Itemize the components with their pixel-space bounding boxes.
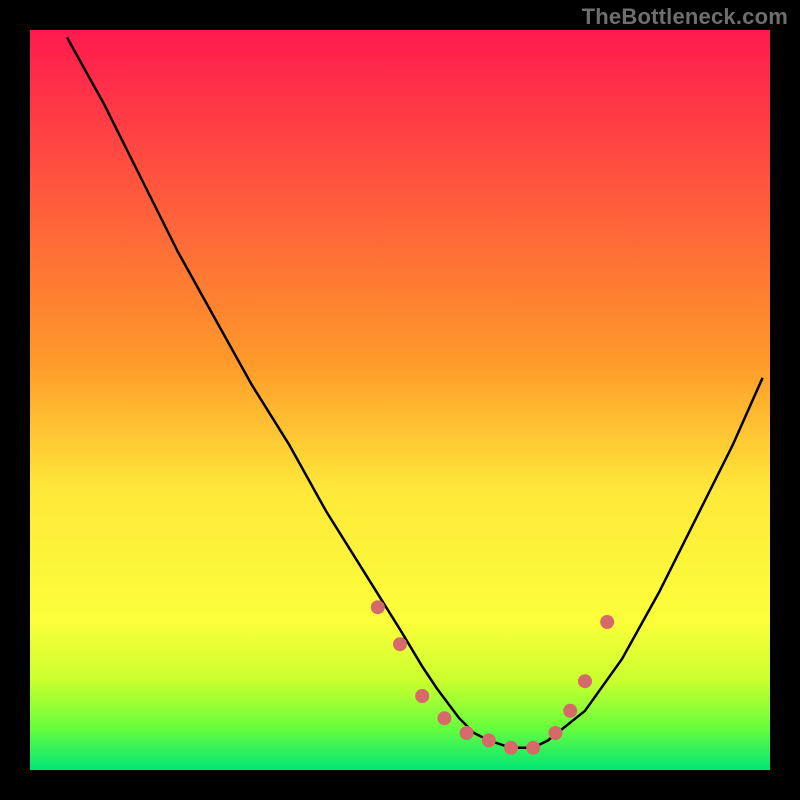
marker-dot [437,711,451,725]
marker-dot [578,674,592,688]
marker-dot [371,600,385,614]
marker-dot [563,704,577,718]
marker-dot [504,741,518,755]
marker-dot [526,741,540,755]
marker-dot [600,615,614,629]
chart-canvas [30,30,770,770]
marker-dot [548,726,562,740]
marker-dot [460,726,474,740]
gradient-bg [30,30,770,770]
marker-dot [415,689,429,703]
marker-dot [393,637,407,651]
chart-frame: TheBottleneck.com [0,0,800,800]
marker-dot [482,733,496,747]
watermark-text: TheBottleneck.com [582,4,788,30]
